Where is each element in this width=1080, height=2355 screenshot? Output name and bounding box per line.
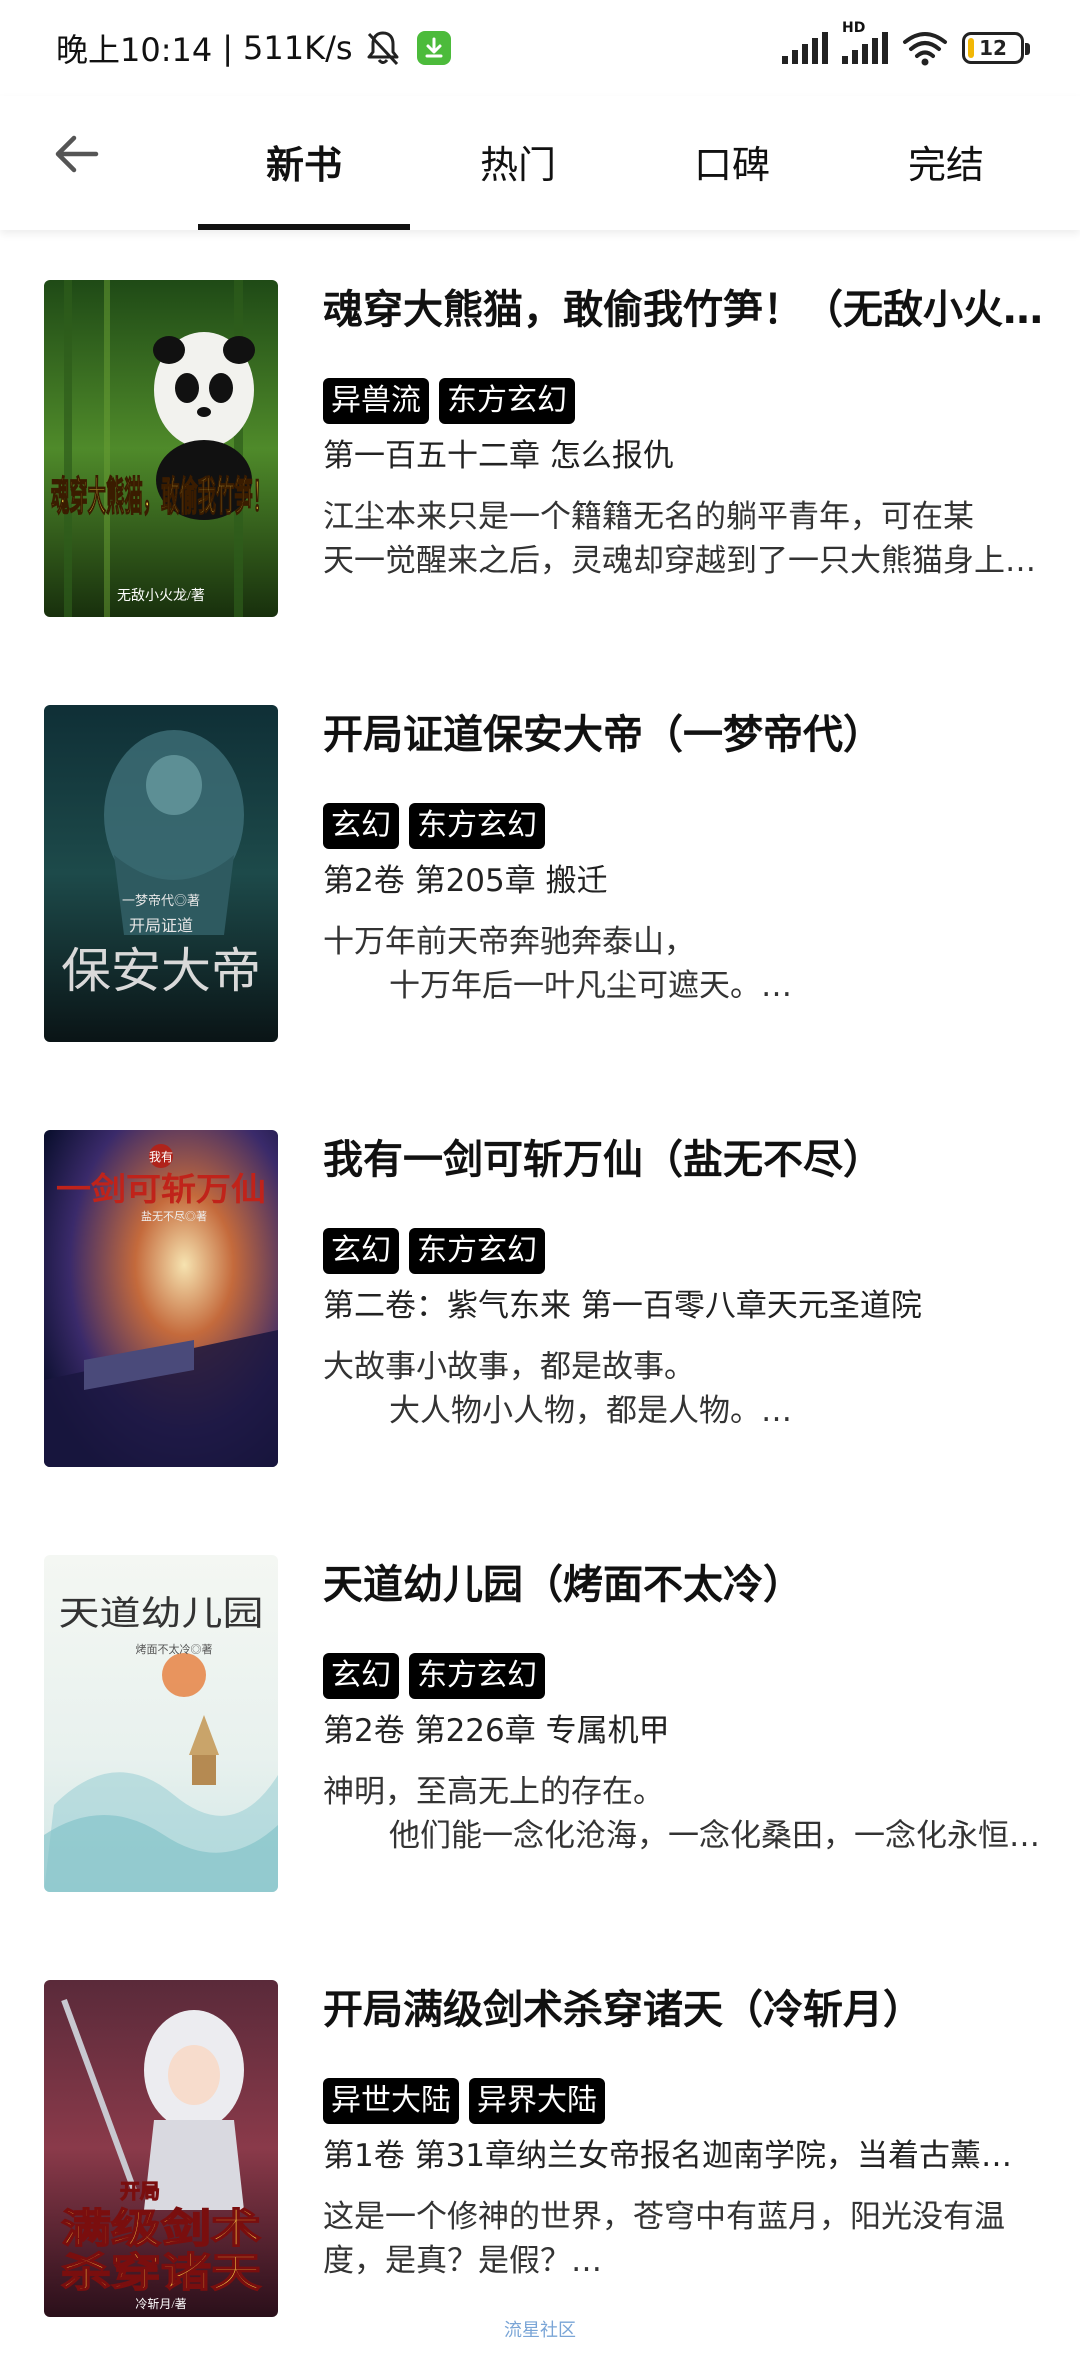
book-description: 江尘本来只是一个籍籍无名的躺平青年，可在某 天一觉醒来之后，灵魂却穿越到了一只大… [323, 495, 1043, 583]
book-title[interactable]: 魂穿大熊猫，敢偷我竹笋！（无敌小火龙） [323, 282, 1043, 338]
book-tag[interactable]: 玄幻 [323, 1653, 399, 1699]
tab-active-indicator [198, 224, 410, 230]
book-tags: 异世大陆 异界大陆 [323, 2078, 615, 2124]
book-tag[interactable]: 玄幻 [323, 803, 399, 849]
tab-new-books[interactable]: 新书 [198, 96, 410, 230]
book-description: 神明，至高无上的存在。 他们能一念化沧海，一念化桑田，一念化永恒…… [323, 1770, 1043, 1858]
description-line: 他们能一念化沧海，一念化桑田，一念化永恒…… [389, 1818, 1043, 1854]
cover-subtitle: 开局 [120, 2181, 160, 2203]
description-line: 神明，至高无上的存在。 [323, 1774, 664, 1810]
book-description: 大故事小故事，都是故事。 大人物小人物，都是人物。… [323, 1345, 1043, 1433]
latest-chapter: 第一百五十二章 怎么报仇 [323, 438, 674, 474]
book-tag[interactable]: 东方玄幻 [439, 378, 575, 424]
book-tag[interactable]: 异兽流 [323, 378, 429, 424]
bell-muted-icon [367, 31, 399, 66]
wifi-icon [903, 32, 947, 66]
book-cover[interactable]: 我有 一剑可斩万仙 盐无不尽◎著 [44, 1130, 278, 1467]
latest-chapter: 第二卷：紫气东来 第一百零八章天元圣道院 [323, 1288, 922, 1324]
watermark: 流星社区 [504, 2320, 576, 2341]
book-tags: 玄幻 东方玄幻 [323, 1228, 555, 1274]
book-title[interactable]: 开局满级剑术杀穿诸天（冷斩月） [323, 1982, 1043, 2038]
description-line: 十万年前天帝奔驰奔泰山， [323, 924, 695, 960]
book-cover[interactable]: 一梦帝代◎著 开局证道 保安大帝 [44, 705, 278, 1042]
status-left: 晚上10:14 | 511K/s [56, 24, 451, 72]
book-cover[interactable]: 天道幼儿园 烤面不太冷◎著 [44, 1555, 278, 1892]
description-line: 这是一个修神的世界，苍穹中有蓝月，阳光没有温 [323, 2199, 1005, 2235]
battery-icon: 12 [962, 32, 1030, 64]
book-tag[interactable]: 异界大陆 [469, 2078, 605, 2124]
cover-author: 冷斩月/著 [135, 2297, 186, 2311]
latest-chapter: 第1卷 第31章纳兰女帝报名迦南学院，当着古薰儿的面 [323, 2138, 1043, 2174]
book-tag[interactable]: 东方玄幻 [409, 1228, 545, 1274]
cover-subtitle: 开局证道 [129, 917, 193, 935]
cover-title-line: 杀穿诸天 [61, 2250, 261, 2295]
hd-label: HD [842, 20, 866, 36]
book-tag[interactable]: 东方玄幻 [409, 1653, 545, 1699]
status-right: HD 12 [780, 20, 1030, 68]
tab-completed[interactable]: 完结 [840, 96, 1052, 230]
book-cover[interactable]: 开局 满级剑术 杀穿诸天 冷斩月/著 [44, 1980, 278, 2317]
book-tags: 玄幻 东方玄幻 [323, 1653, 555, 1699]
download-icon [416, 31, 451, 65]
book-item[interactable]: 我有 一剑可斩万仙 盐无不尽◎著 我有一剑可斩万仙（盐无不尽） 玄幻 东方玄幻 … [0, 1080, 1080, 1505]
cover-title: 保安大帝 [61, 945, 261, 998]
back-button[interactable] [44, 122, 108, 186]
latest-chapter: 第2卷 第226章 专属机甲 [323, 1713, 670, 1749]
book-tag[interactable]: 东方玄幻 [409, 803, 545, 849]
cover-title: 魂穿大熊猫，敢偷我竹笋！ [51, 474, 271, 519]
tab-reputation[interactable]: 口碑 [626, 96, 838, 230]
book-description: 十万年前天帝奔驰奔泰山， 十万年后一叶凡尘可遮天。… [323, 920, 1043, 1008]
category-tabs: 新书 热门 口碑 完结 [198, 96, 1054, 230]
book-tag[interactable]: 异世大陆 [323, 2078, 459, 2124]
description-line: 度，是真？是假？… [323, 2243, 602, 2279]
description-line: 十万年后一叶凡尘可遮天。… [389, 968, 792, 1004]
tab-label: 新书 [265, 142, 342, 187]
arrow-left-icon [55, 135, 99, 173]
book-title[interactable]: 开局证道保安大帝（一梦帝代） [323, 707, 1043, 763]
cover-author: 一梦帝代◎著 [122, 893, 200, 908]
book-title[interactable]: 天道幼儿园（烤面不太冷） [323, 1557, 1043, 1613]
status-net-speed: 511K/s [243, 29, 353, 67]
battery-level: 12 [979, 36, 1007, 60]
book-item[interactable]: 开局 满级剑术 杀穿诸天 冷斩月/著 开局满级剑术杀穿诸天（冷斩月） 异世大陆 … [0, 1930, 1080, 2355]
book-description: 这是一个修神的世界，苍穹中有蓝月，阳光没有温 度，是真？是假？… [323, 2195, 1043, 2283]
description-line: 江尘本来只是一个籍籍无名的躺平青年，可在某 [323, 499, 974, 535]
status-bar: 晚上10:14 | 511K/s HD 12 [0, 0, 1080, 96]
status-separator: | [222, 29, 234, 67]
tab-hot[interactable]: 热门 [412, 96, 624, 230]
tab-label: 完结 [907, 142, 984, 187]
book-tags: 玄幻 东方玄幻 [323, 803, 555, 849]
book-tags: 异兽流 东方玄幻 [323, 378, 585, 424]
cover-author: 盐无不尽◎著 [141, 1209, 207, 1223]
book-tag[interactable]: 玄幻 [323, 1228, 399, 1274]
cover-subtitle: 我有 [149, 1150, 173, 1164]
cover-author: 无敌小火龙/著 [117, 588, 205, 604]
description-line: 大人物小人物，都是人物。… [389, 1393, 792, 1429]
signal-icon [782, 32, 828, 64]
book-cover[interactable]: 魂穿大熊猫，敢偷我竹笋！ 无敌小火龙/著 [44, 280, 278, 617]
cover-author: 烤面不太冷◎著 [136, 1642, 213, 1656]
top-nav: 新书 热门 口碑 完结 [0, 96, 1080, 230]
status-time: 晚上10:14 [56, 31, 213, 69]
book-item[interactable]: 魂穿大熊猫，敢偷我竹笋！ 无敌小火龙/著 魂穿大熊猫，敢偷我竹笋！（无敌小火龙）… [0, 230, 1080, 655]
description-line: 天一觉醒来之后，灵魂却穿越到了一只大熊猫身上…… [323, 543, 1043, 579]
cover-title-line: 满级剑术 [61, 2206, 261, 2251]
latest-chapter: 第2卷 第205章 搬迁 [323, 863, 608, 899]
book-title[interactable]: 我有一剑可斩万仙（盐无不尽） [323, 1132, 1043, 1188]
book-item[interactable]: 一梦帝代◎著 开局证道 保安大帝 开局证道保安大帝（一梦帝代） 玄幻 东方玄幻 … [0, 655, 1080, 1080]
tab-label: 口碑 [693, 142, 770, 187]
cover-title: 天道幼儿园 [59, 1595, 264, 1633]
signal-hd-icon: HD [840, 20, 888, 66]
cover-title: 一剑可斩万仙 [56, 1171, 266, 1207]
description-line: 大故事小故事，都是故事。 [323, 1349, 695, 1385]
tab-label: 热门 [479, 142, 556, 187]
book-item[interactable]: 天道幼儿园 烤面不太冷◎著 天道幼儿园（烤面不太冷） 玄幻 东方玄幻 第2卷 第… [0, 1505, 1080, 1930]
